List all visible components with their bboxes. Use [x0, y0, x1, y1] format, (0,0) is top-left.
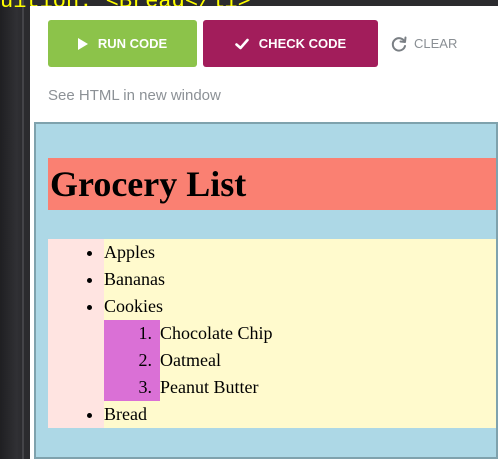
see-html-link[interactable]: See HTML in new window [48, 87, 221, 104]
run-code-label: RUN CODE [97, 36, 168, 51]
sublist-item-label: Chocolate Chip [160, 323, 273, 343]
grocery-list: Apples Bananas Cookies 1. Chocolate Chip … [48, 239, 273, 428]
list-item-bread: Bread [104, 401, 165, 428]
output-panel: RUN CODE CHECK CODE CLEAR See HTML in ne… [30, 6, 498, 459]
play-icon [77, 37, 88, 50]
sublist-item-label: Oatmeal [160, 350, 221, 370]
list-item-bananas: Bananas [104, 266, 165, 293]
sublist-item: 1. Chocolate Chip [104, 320, 273, 347]
cookie-sublist: 1. Chocolate Chip 2. Oatmeal 3. Peanut Butt… [104, 320, 273, 401]
sublist-item: 3. Peanut Butter [104, 374, 259, 401]
check-code-button[interactable]: CHECK CODE [203, 20, 378, 67]
editor-gutter [0, 0, 24, 459]
clear-label: CLEAR [414, 36, 458, 51]
item-number: 2. [138, 350, 153, 370]
sublist-item: 2. Oatmeal [104, 347, 221, 374]
check-code-label: CHECK CODE [258, 36, 347, 51]
run-code-button[interactable]: RUN CODE [48, 20, 197, 67]
clear-button[interactable]: CLEAR [390, 20, 457, 67]
check-icon [234, 38, 249, 49]
html-preview: Grocery List Apples Bananas Cookies 1. Ch… [34, 122, 498, 459]
list-item-cookies: Cookies 1. Chocolate Chip 2. Oatmeal 3. Pea… [104, 293, 273, 401]
item-number: 1. [138, 323, 153, 343]
refresh-icon [391, 36, 407, 52]
item-number: 3. [138, 377, 153, 397]
sublist-item-label: Peanut Butter [160, 377, 259, 397]
page-title: Grocery List [48, 158, 496, 210]
list-item-label: Cookies [104, 296, 164, 316]
grocery-list-box: Apples Bananas Cookies 1. Chocolate Chip … [48, 239, 496, 428]
list-item-apples: Apples [104, 239, 165, 266]
